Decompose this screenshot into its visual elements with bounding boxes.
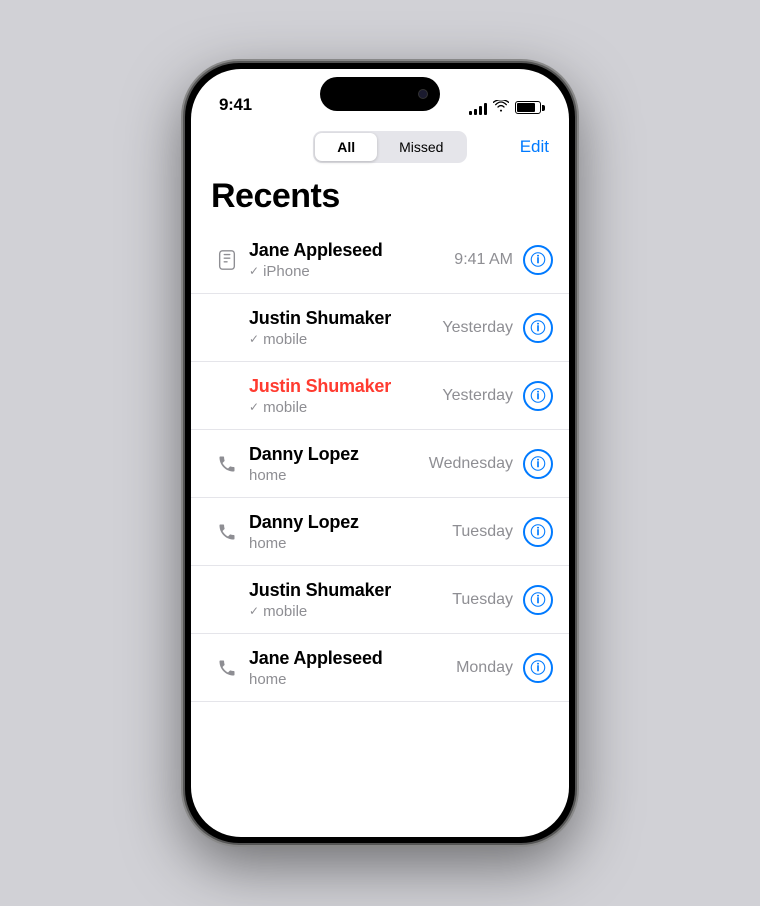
call-meta-5: Tuesday ⓘ	[452, 517, 553, 547]
status-time: 9:41	[219, 95, 252, 115]
call-item-1[interactable]: Jane Appleseed ✓ iPhone 9:41 AM ⓘ	[191, 226, 569, 294]
call-type-icon-5	[211, 522, 243, 542]
call-type-text-5: home	[249, 535, 287, 552]
call-type-row-7: home	[249, 671, 456, 688]
call-meta-4: Wednesday ⓘ	[429, 449, 553, 479]
caller-name-3: Justin Shumaker	[249, 376, 442, 397]
checkmark-icon-1: ✓	[249, 264, 259, 278]
call-meta-6: Tuesday ⓘ	[452, 585, 553, 615]
call-item-3[interactable]: Justin Shumaker ✓ mobile Yesterday ⓘ	[191, 362, 569, 430]
signal-bar-1	[469, 111, 472, 115]
caller-name-7: Jane Appleseed	[249, 648, 456, 669]
status-bar: 9:41	[191, 69, 569, 123]
call-type-text-1: iPhone	[263, 263, 310, 280]
checkmark-icon-6: ✓	[249, 604, 259, 618]
page-title: Recents	[191, 173, 569, 226]
wifi-icon	[493, 100, 509, 115]
signal-bars-icon	[469, 101, 487, 115]
call-type-row-2: ✓ mobile	[249, 331, 442, 348]
status-icons	[469, 100, 541, 115]
dynamic-island	[320, 77, 440, 111]
call-time-4: Wednesday	[429, 455, 513, 473]
call-type-text-2: mobile	[263, 331, 307, 348]
checkmark-icon-3: ✓	[249, 400, 259, 414]
signal-bar-4	[484, 103, 487, 115]
info-button-3[interactable]: ⓘ	[523, 381, 553, 411]
call-item-6[interactable]: Justin Shumaker ✓ mobile Tuesday ⓘ	[191, 566, 569, 634]
call-type-icon-1	[211, 249, 243, 271]
info-button-6[interactable]: ⓘ	[523, 585, 553, 615]
call-type-row-6: ✓ mobile	[249, 603, 452, 620]
call-item-5[interactable]: Danny Lopez home Tuesday ⓘ	[191, 498, 569, 566]
call-info-5: Danny Lopez home	[249, 512, 452, 552]
call-list: Jane Appleseed ✓ iPhone 9:41 AM ⓘ Justin…	[191, 226, 569, 837]
caller-name-4: Danny Lopez	[249, 444, 429, 465]
segment-control: All Missed	[313, 131, 467, 163]
phone-frame: 9:41	[185, 63, 575, 843]
phone-screen: 9:41	[191, 69, 569, 837]
signal-bar-3	[479, 106, 482, 115]
call-time-6: Tuesday	[452, 591, 513, 609]
call-type-text-4: home	[249, 467, 287, 484]
call-type-text-7: home	[249, 671, 287, 688]
call-time-2: Yesterday	[442, 319, 513, 337]
caller-name-6: Justin Shumaker	[249, 580, 452, 601]
info-button-5[interactable]: ⓘ	[523, 517, 553, 547]
battery-fill	[517, 103, 535, 112]
call-info-3: Justin Shumaker ✓ mobile	[249, 376, 442, 416]
info-button-7[interactable]: ⓘ	[523, 653, 553, 683]
info-button-1[interactable]: ⓘ	[523, 245, 553, 275]
call-meta-2: Yesterday ⓘ	[442, 313, 553, 343]
segment-control-row: All Missed Edit	[191, 123, 569, 173]
camera-dot	[418, 89, 428, 99]
caller-name-5: Danny Lopez	[249, 512, 452, 533]
signal-bar-2	[474, 109, 477, 115]
call-info-2: Justin Shumaker ✓ mobile	[249, 308, 442, 348]
call-time-1: 9:41 AM	[454, 251, 513, 269]
call-type-icon-4	[211, 454, 243, 474]
segment-all[interactable]: All	[315, 133, 377, 161]
call-type-icon-7	[211, 658, 243, 678]
call-type-text-6: mobile	[263, 603, 307, 620]
call-info-4: Danny Lopez home	[249, 444, 429, 484]
call-meta-1: 9:41 AM ⓘ	[454, 245, 553, 275]
checkmark-icon-2: ✓	[249, 332, 259, 346]
call-item-2[interactable]: Justin Shumaker ✓ mobile Yesterday ⓘ	[191, 294, 569, 362]
call-info-7: Jane Appleseed home	[249, 648, 456, 688]
info-button-2[interactable]: ⓘ	[523, 313, 553, 343]
call-time-5: Tuesday	[452, 523, 513, 541]
call-time-7: Monday	[456, 659, 513, 677]
call-type-row-4: home	[249, 467, 429, 484]
call-item-7[interactable]: Jane Appleseed home Monday ⓘ	[191, 634, 569, 702]
caller-name-1: Jane Appleseed	[249, 240, 454, 261]
info-button-4[interactable]: ⓘ	[523, 449, 553, 479]
call-meta-3: Yesterday ⓘ	[442, 381, 553, 411]
call-info-1: Jane Appleseed ✓ iPhone	[249, 240, 454, 280]
battery-icon	[515, 101, 541, 114]
call-type-text-3: mobile	[263, 399, 307, 416]
call-type-row-5: home	[249, 535, 452, 552]
call-info-6: Justin Shumaker ✓ mobile	[249, 580, 452, 620]
call-item-4[interactable]: Danny Lopez home Wednesday ⓘ	[191, 430, 569, 498]
call-type-row-1: ✓ iPhone	[249, 263, 454, 280]
segment-missed[interactable]: Missed	[377, 133, 465, 161]
caller-name-2: Justin Shumaker	[249, 308, 442, 329]
call-time-3: Yesterday	[442, 387, 513, 405]
call-type-row-3: ✓ mobile	[249, 399, 442, 416]
call-meta-7: Monday ⓘ	[456, 653, 553, 683]
edit-button[interactable]: Edit	[520, 137, 549, 157]
